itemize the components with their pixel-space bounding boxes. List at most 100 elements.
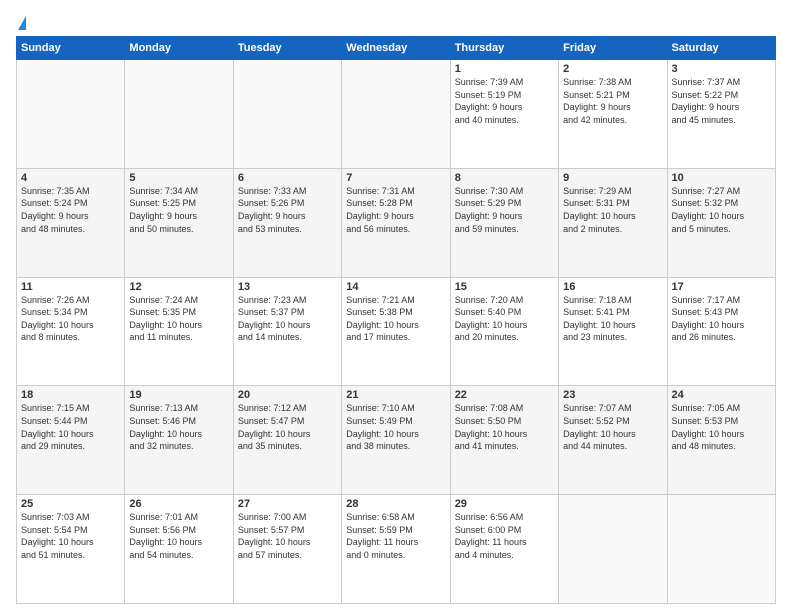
day-number: 8 [455, 172, 554, 184]
calendar-header-thursday: Thursday [450, 37, 558, 60]
calendar-cell: 12Sunrise: 7:24 AM Sunset: 5:35 PM Dayli… [125, 277, 233, 386]
calendar-week-row: 18Sunrise: 7:15 AM Sunset: 5:44 PM Dayli… [17, 386, 776, 495]
calendar-cell: 5Sunrise: 7:34 AM Sunset: 5:25 PM Daylig… [125, 168, 233, 277]
day-number: 21 [346, 389, 445, 401]
day-number: 9 [563, 172, 662, 184]
page: SundayMondayTuesdayWednesdayThursdayFrid… [0, 0, 792, 612]
calendar-cell: 14Sunrise: 7:21 AM Sunset: 5:38 PM Dayli… [342, 277, 450, 386]
day-number: 25 [21, 498, 120, 510]
day-number: 15 [455, 281, 554, 293]
calendar-cell: 17Sunrise: 7:17 AM Sunset: 5:43 PM Dayli… [667, 277, 775, 386]
day-info: Sunrise: 7:29 AM Sunset: 5:31 PM Dayligh… [563, 185, 662, 235]
day-number: 20 [238, 389, 337, 401]
day-info: Sunrise: 7:10 AM Sunset: 5:49 PM Dayligh… [346, 402, 445, 452]
calendar-header-row: SundayMondayTuesdayWednesdayThursdayFrid… [17, 37, 776, 60]
day-number: 19 [129, 389, 228, 401]
calendar-cell: 10Sunrise: 7:27 AM Sunset: 5:32 PM Dayli… [667, 168, 775, 277]
day-number: 1 [455, 63, 554, 75]
day-info: Sunrise: 7:00 AM Sunset: 5:57 PM Dayligh… [238, 511, 337, 561]
calendar-header-saturday: Saturday [667, 37, 775, 60]
day-number: 12 [129, 281, 228, 293]
day-info: Sunrise: 7:33 AM Sunset: 5:26 PM Dayligh… [238, 185, 337, 235]
calendar-cell: 27Sunrise: 7:00 AM Sunset: 5:57 PM Dayli… [233, 495, 341, 604]
calendar-cell: 29Sunrise: 6:56 AM Sunset: 6:00 PM Dayli… [450, 495, 558, 604]
day-number: 24 [672, 389, 771, 401]
logo [16, 16, 26, 30]
calendar-cell: 1Sunrise: 7:39 AM Sunset: 5:19 PM Daylig… [450, 60, 558, 169]
calendar-cell: 7Sunrise: 7:31 AM Sunset: 5:28 PM Daylig… [342, 168, 450, 277]
calendar-cell: 19Sunrise: 7:13 AM Sunset: 5:46 PM Dayli… [125, 386, 233, 495]
logo-triangle-icon [18, 16, 26, 30]
calendar-week-row: 4Sunrise: 7:35 AM Sunset: 5:24 PM Daylig… [17, 168, 776, 277]
day-number: 16 [563, 281, 662, 293]
day-number: 17 [672, 281, 771, 293]
day-number: 28 [346, 498, 445, 510]
calendar-cell: 13Sunrise: 7:23 AM Sunset: 5:37 PM Dayli… [233, 277, 341, 386]
calendar-cell: 2Sunrise: 7:38 AM Sunset: 5:21 PM Daylig… [559, 60, 667, 169]
header [16, 16, 776, 30]
day-info: Sunrise: 7:18 AM Sunset: 5:41 PM Dayligh… [563, 294, 662, 344]
calendar-cell: 18Sunrise: 7:15 AM Sunset: 5:44 PM Dayli… [17, 386, 125, 495]
calendar-table: SundayMondayTuesdayWednesdayThursdayFrid… [16, 36, 776, 604]
day-info: Sunrise: 7:38 AM Sunset: 5:21 PM Dayligh… [563, 76, 662, 126]
calendar-header-wednesday: Wednesday [342, 37, 450, 60]
calendar-cell: 6Sunrise: 7:33 AM Sunset: 5:26 PM Daylig… [233, 168, 341, 277]
calendar-cell [17, 60, 125, 169]
calendar-cell: 24Sunrise: 7:05 AM Sunset: 5:53 PM Dayli… [667, 386, 775, 495]
day-info: Sunrise: 7:08 AM Sunset: 5:50 PM Dayligh… [455, 402, 554, 452]
day-number: 4 [21, 172, 120, 184]
calendar-cell: 20Sunrise: 7:12 AM Sunset: 5:47 PM Dayli… [233, 386, 341, 495]
day-number: 27 [238, 498, 337, 510]
calendar-cell [125, 60, 233, 169]
day-number: 11 [21, 281, 120, 293]
calendar-header-sunday: Sunday [17, 37, 125, 60]
day-info: Sunrise: 7:21 AM Sunset: 5:38 PM Dayligh… [346, 294, 445, 344]
calendar-cell: 21Sunrise: 7:10 AM Sunset: 5:49 PM Dayli… [342, 386, 450, 495]
calendar-cell: 28Sunrise: 6:58 AM Sunset: 5:59 PM Dayli… [342, 495, 450, 604]
day-info: Sunrise: 7:34 AM Sunset: 5:25 PM Dayligh… [129, 185, 228, 235]
calendar-cell: 8Sunrise: 7:30 AM Sunset: 5:29 PM Daylig… [450, 168, 558, 277]
day-info: Sunrise: 7:30 AM Sunset: 5:29 PM Dayligh… [455, 185, 554, 235]
day-number: 10 [672, 172, 771, 184]
day-info: Sunrise: 7:13 AM Sunset: 5:46 PM Dayligh… [129, 402, 228, 452]
day-number: 26 [129, 498, 228, 510]
calendar-header-friday: Friday [559, 37, 667, 60]
calendar-cell: 22Sunrise: 7:08 AM Sunset: 5:50 PM Dayli… [450, 386, 558, 495]
day-info: Sunrise: 7:37 AM Sunset: 5:22 PM Dayligh… [672, 76, 771, 126]
calendar-cell: 16Sunrise: 7:18 AM Sunset: 5:41 PM Dayli… [559, 277, 667, 386]
calendar-week-row: 11Sunrise: 7:26 AM Sunset: 5:34 PM Dayli… [17, 277, 776, 386]
day-info: Sunrise: 7:05 AM Sunset: 5:53 PM Dayligh… [672, 402, 771, 452]
day-info: Sunrise: 7:27 AM Sunset: 5:32 PM Dayligh… [672, 185, 771, 235]
calendar-header-tuesday: Tuesday [233, 37, 341, 60]
calendar-cell: 4Sunrise: 7:35 AM Sunset: 5:24 PM Daylig… [17, 168, 125, 277]
day-info: Sunrise: 7:31 AM Sunset: 5:28 PM Dayligh… [346, 185, 445, 235]
day-info: Sunrise: 6:56 AM Sunset: 6:00 PM Dayligh… [455, 511, 554, 561]
calendar-cell: 9Sunrise: 7:29 AM Sunset: 5:31 PM Daylig… [559, 168, 667, 277]
calendar-cell [233, 60, 341, 169]
calendar-cell: 26Sunrise: 7:01 AM Sunset: 5:56 PM Dayli… [125, 495, 233, 604]
day-number: 18 [21, 389, 120, 401]
calendar-cell: 25Sunrise: 7:03 AM Sunset: 5:54 PM Dayli… [17, 495, 125, 604]
day-info: Sunrise: 7:07 AM Sunset: 5:52 PM Dayligh… [563, 402, 662, 452]
day-info: Sunrise: 7:23 AM Sunset: 5:37 PM Dayligh… [238, 294, 337, 344]
calendar-cell: 23Sunrise: 7:07 AM Sunset: 5:52 PM Dayli… [559, 386, 667, 495]
day-info: Sunrise: 7:17 AM Sunset: 5:43 PM Dayligh… [672, 294, 771, 344]
day-number: 5 [129, 172, 228, 184]
day-info: Sunrise: 7:39 AM Sunset: 5:19 PM Dayligh… [455, 76, 554, 126]
day-info: Sunrise: 7:26 AM Sunset: 5:34 PM Dayligh… [21, 294, 120, 344]
day-number: 23 [563, 389, 662, 401]
day-info: Sunrise: 6:58 AM Sunset: 5:59 PM Dayligh… [346, 511, 445, 561]
day-number: 6 [238, 172, 337, 184]
day-info: Sunrise: 7:03 AM Sunset: 5:54 PM Dayligh… [21, 511, 120, 561]
calendar-cell [667, 495, 775, 604]
day-number: 3 [672, 63, 771, 75]
day-info: Sunrise: 7:20 AM Sunset: 5:40 PM Dayligh… [455, 294, 554, 344]
day-info: Sunrise: 7:01 AM Sunset: 5:56 PM Dayligh… [129, 511, 228, 561]
day-info: Sunrise: 7:35 AM Sunset: 5:24 PM Dayligh… [21, 185, 120, 235]
calendar-header-monday: Monday [125, 37, 233, 60]
calendar-week-row: 25Sunrise: 7:03 AM Sunset: 5:54 PM Dayli… [17, 495, 776, 604]
calendar-cell [342, 60, 450, 169]
calendar-week-row: 1Sunrise: 7:39 AM Sunset: 5:19 PM Daylig… [17, 60, 776, 169]
day-number: 2 [563, 63, 662, 75]
day-number: 22 [455, 389, 554, 401]
